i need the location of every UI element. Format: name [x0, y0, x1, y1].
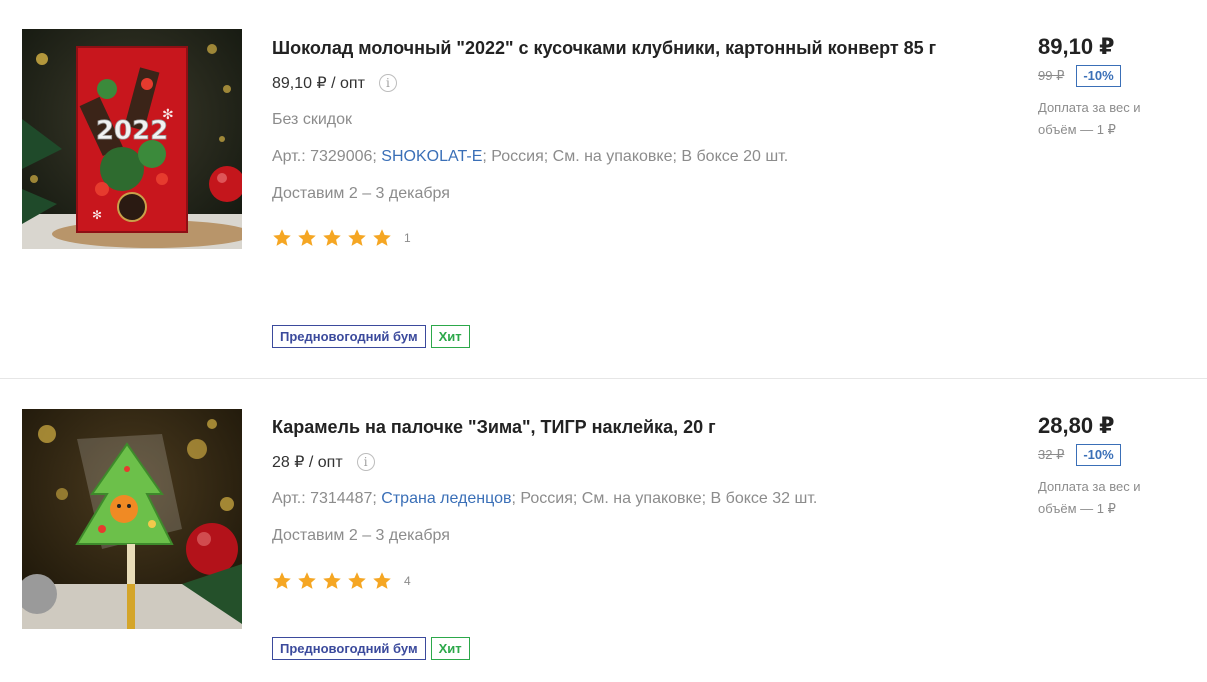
country: Россия;: [491, 148, 549, 165]
star-icon: [348, 572, 366, 589]
star-icon: [373, 229, 391, 246]
badges: Предновогодний бум Хит: [272, 325, 470, 348]
box-quantity: В боксе 32 шт.: [710, 490, 818, 507]
product-title[interactable]: Карамель на палочке "Зима", ТИГР наклейк…: [272, 412, 952, 442]
product-list: 2022 ✻ ✻ Шоколад молочный "2022" с кусоч…: [0, 0, 1207, 682]
no-discount-label: Без скидок: [272, 111, 352, 128]
article-number: Арт.: 7329006;: [272, 148, 377, 165]
opt-price: 89,10 ₽ / опт: [272, 75, 365, 92]
separator: ;: [511, 490, 516, 507]
christmas-tree-lollipop-image: [22, 409, 242, 629]
star-icon: [373, 572, 391, 589]
product-card: Карамель на палочке "Зима", ТИГР наклейк…: [0, 379, 1207, 682]
price: 89,10 ₽: [1038, 34, 1115, 59]
hit-badge[interactable]: Хит: [430, 637, 470, 660]
old-price-row: 99 ₽ -10%: [1038, 65, 1198, 87]
brand-link[interactable]: SHOKOLAT-E: [381, 148, 482, 165]
expiry: См. на упаковке;: [581, 490, 707, 507]
opt-price: 28 ₽ / опт: [272, 454, 343, 471]
product-card: 2022 ✻ ✻ Шоколад молочный "2022" с кусоч…: [0, 0, 1207, 379]
expiry: См. на упаковке;: [552, 148, 677, 165]
surcharge-note: Доплата за вес и объём — 1 ₽: [1038, 479, 1141, 516]
product-info: Шоколад молочный "2022" с кусочками клуб…: [272, 33, 952, 250]
hit-badge[interactable]: Хит: [430, 325, 470, 348]
separator: ;: [482, 148, 487, 165]
star-icon: [273, 572, 291, 589]
badges: Предновогодний бум Хит: [272, 637, 470, 660]
product-attributes: Арт.: 7314487; Страна леденцов; Россия; …: [272, 487, 952, 511]
info-icon[interactable]: i: [356, 453, 375, 471]
svg-text:✻: ✻: [162, 106, 174, 122]
rating[interactable]: 1: [272, 226, 952, 250]
promo-badge[interactable]: Предновогодний бум: [272, 325, 426, 348]
info-icon[interactable]: i: [378, 74, 397, 92]
box-quantity: В боксе 20 шт.: [681, 148, 789, 165]
old-price: 99 ₽: [1038, 68, 1065, 83]
surcharge-note: Доплата за вес и объём — 1 ₽: [1038, 100, 1141, 137]
star-icon: [323, 229, 341, 246]
opt-price-row: 89,10 ₽ / опт i: [272, 71, 952, 95]
star-icon: [273, 229, 291, 246]
country: Россия;: [520, 490, 578, 507]
rating-count: 4: [404, 574, 411, 588]
discount-badge: -10%: [1076, 444, 1121, 466]
star-icon: [348, 229, 366, 246]
star-icon: [323, 572, 341, 589]
star-icon: [298, 229, 316, 246]
opt-price-row: 28 ₽ / опт i: [272, 450, 952, 474]
product-image[interactable]: [22, 409, 242, 629]
svg-text:✻: ✻: [92, 208, 102, 222]
price-block: 89,10 ₽ 99 ₽ -10% Доплата за вес и объём…: [1038, 33, 1198, 141]
price-block: 28,80 ₽ 32 ₽ -10% Доплата за вес и объём…: [1038, 412, 1198, 520]
product-title[interactable]: Шоколад молочный "2022" с кусочками клуб…: [272, 33, 952, 63]
discount-badge: -10%: [1076, 65, 1121, 87]
old-price-row: 32 ₽ -10%: [1038, 444, 1198, 466]
price: 28,80 ₽: [1038, 413, 1115, 438]
delivery-date: Доставим 2 – 3 декабря: [272, 185, 450, 202]
rating[interactable]: 4: [272, 569, 952, 593]
chocolate-2022-package-image: 2022 ✻ ✻: [22, 29, 242, 249]
brand-link[interactable]: Страна леденцов: [381, 490, 511, 507]
product-info: Карамель на палочке "Зима", ТИГР наклейк…: [272, 412, 952, 593]
delivery-date: Доставим 2 – 3 декабря: [272, 527, 450, 544]
product-attributes: Арт.: 7329006; SHOKOLAT-E; Россия; См. н…: [272, 145, 952, 169]
star-icon: [298, 572, 316, 589]
product-image[interactable]: 2022 ✻ ✻: [22, 29, 242, 249]
article-number: Арт.: 7314487;: [272, 490, 377, 507]
rating-count: 1: [404, 231, 411, 245]
svg-text:2022: 2022: [96, 116, 168, 146]
old-price: 32 ₽: [1038, 447, 1065, 462]
promo-badge[interactable]: Предновогодний бум: [272, 637, 426, 660]
